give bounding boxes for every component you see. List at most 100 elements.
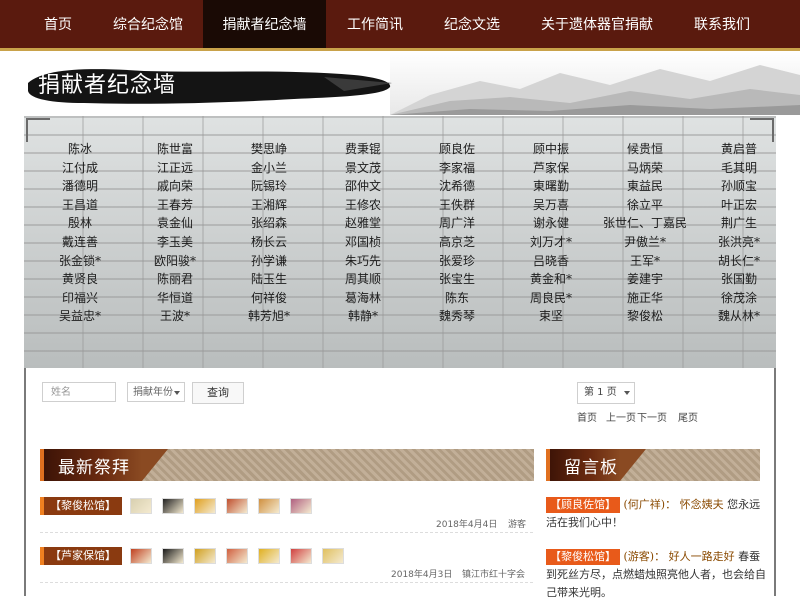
donor-name[interactable]: 陈冰 bbox=[33, 140, 127, 157]
donor-name[interactable]: 景文茂 bbox=[316, 159, 410, 176]
donor-name[interactable]: 阮锡玲 bbox=[222, 177, 316, 194]
donor-name[interactable]: 殷林 bbox=[33, 214, 127, 231]
donor-name[interactable]: 魏从林* bbox=[692, 307, 776, 324]
donor-name[interactable]: 费秉锟 bbox=[316, 140, 410, 157]
donor-name[interactable]: 李玉美 bbox=[128, 233, 222, 250]
donor-name[interactable]: 陈世富 bbox=[128, 140, 222, 157]
donor-name[interactable]: 葛海林 bbox=[316, 289, 410, 306]
donor-name[interactable]: 束坚 bbox=[504, 307, 598, 324]
donor-name[interactable]: 陈丽君 bbox=[128, 270, 222, 287]
donor-name[interactable]: 東曙勤 bbox=[504, 177, 598, 194]
message-hall-link[interactable]: 【黎俊松馆】 bbox=[546, 549, 620, 565]
donor-name[interactable]: 候贵恒 bbox=[598, 140, 692, 157]
donor-name[interactable]: 赵雅堂 bbox=[316, 214, 410, 231]
donor-name[interactable]: 欧阳骏* bbox=[128, 252, 222, 269]
donor-name[interactable]: 张宝生 bbox=[410, 270, 504, 287]
donor-name[interactable]: 张洪亮* bbox=[692, 233, 776, 250]
donor-name[interactable]: 王湘辉 bbox=[222, 196, 316, 213]
donor-name[interactable]: 胡长仁* bbox=[692, 252, 776, 269]
donor-name[interactable]: 王修农 bbox=[316, 196, 410, 213]
donor-name[interactable]: 徐立平 bbox=[598, 196, 692, 213]
donor-name[interactable]: 王波* bbox=[128, 307, 222, 324]
donor-name[interactable]: 黄金和* bbox=[504, 270, 598, 287]
donor-name[interactable]: 黄贤良 bbox=[33, 270, 127, 287]
pager-first[interactable]: 首页 bbox=[577, 409, 597, 424]
donor-name[interactable]: 姜建宇 bbox=[598, 270, 692, 287]
donor-name[interactable]: 徐茂涂 bbox=[692, 289, 776, 306]
donor-name[interactable]: 金小兰 bbox=[222, 159, 316, 176]
donor-name[interactable]: 毛其明 bbox=[692, 159, 776, 176]
donor-name[interactable]: 张爱珍 bbox=[410, 252, 504, 269]
donor-name[interactable]: 王军* bbox=[598, 252, 692, 269]
nav-about-donation[interactable]: 关于遗体器官捐献 bbox=[528, 0, 666, 48]
donor-name[interactable]: 高京芝 bbox=[410, 233, 504, 250]
donor-name[interactable]: 周广洋 bbox=[410, 214, 504, 231]
donor-name[interactable]: 袁金仙 bbox=[128, 214, 222, 231]
donor-name[interactable]: 张金锁* bbox=[33, 252, 127, 269]
donor-name[interactable]: 周其顺 bbox=[316, 270, 410, 287]
donor-name[interactable]: 吴益忠* bbox=[33, 307, 127, 324]
donor-name[interactable]: 华恒道 bbox=[128, 289, 222, 306]
donor-name[interactable]: 吴万喜 bbox=[504, 196, 598, 213]
donor-name[interactable]: 张绍森 bbox=[222, 214, 316, 231]
donor-name[interactable]: 江付成 bbox=[33, 159, 127, 176]
worship-hall-link[interactable]: 【黎俊松馆】 bbox=[40, 497, 122, 515]
nav-home[interactable]: 首页 bbox=[20, 0, 96, 48]
donor-name[interactable]: 顾中振 bbox=[504, 140, 598, 157]
donor-name[interactable]: 杨长云 bbox=[222, 233, 316, 250]
pager-prev[interactable]: 上一页 bbox=[606, 409, 636, 424]
donor-name[interactable]: 吕晓香 bbox=[504, 252, 598, 269]
pager-next[interactable]: 下一页 bbox=[637, 409, 667, 424]
donor-name[interactable]: 印福兴 bbox=[33, 289, 127, 306]
donor-name[interactable]: 周良民* bbox=[504, 289, 598, 306]
donor-name[interactable]: 戴连善 bbox=[33, 233, 127, 250]
donor-name[interactable]: 王昌道 bbox=[33, 196, 127, 213]
pager-last[interactable]: 尾页 bbox=[678, 409, 698, 424]
donor-name[interactable]: 東益民 bbox=[598, 177, 692, 194]
donation-year-select[interactable]: 捐献年份 bbox=[127, 382, 185, 402]
donor-name[interactable]: 张国勤 bbox=[692, 270, 776, 287]
donor-name[interactable]: 樊思峥 bbox=[222, 140, 316, 157]
donor-name[interactable]: 谢永健 bbox=[504, 214, 598, 231]
donor-name[interactable]: 王佚群 bbox=[410, 196, 504, 213]
donor-name[interactable]: 陈东 bbox=[410, 289, 504, 306]
donor-name[interactable]: 施正华 bbox=[598, 289, 692, 306]
donor-name[interactable]: 邵仲文 bbox=[316, 177, 410, 194]
donor-name[interactable]: 韩芳旭* bbox=[222, 307, 316, 324]
donor-name[interactable]: 沈希德 bbox=[410, 177, 504, 194]
donor-name[interactable]: 黎俊松 bbox=[598, 307, 692, 324]
message-hall-link[interactable]: 【顾良佐馆】 bbox=[546, 497, 620, 513]
donor-name[interactable]: 刘万才* bbox=[504, 233, 598, 250]
donor-name[interactable]: 孙顺宝 bbox=[692, 177, 776, 194]
nav-memorial-hall[interactable]: 综合纪念馆 bbox=[96, 0, 200, 48]
nav-donor-wall[interactable]: 捐献者纪念墙 bbox=[203, 0, 326, 48]
worship-visitor: 镇江市红十字会 bbox=[462, 570, 526, 580]
donor-name[interactable]: 王春芳 bbox=[128, 196, 222, 213]
nav-articles[interactable]: 纪念文选 bbox=[426, 0, 518, 48]
name-search-input[interactable]: 姓名 bbox=[42, 382, 116, 402]
nav-contact[interactable]: 联系我们 bbox=[678, 0, 766, 48]
donor-name[interactable]: 潘德明 bbox=[33, 177, 127, 194]
donor-name[interactable]: 顾良佐 bbox=[410, 140, 504, 157]
donor-name[interactable]: 李家福 bbox=[410, 159, 504, 176]
nav-news[interactable]: 工作简讯 bbox=[330, 0, 420, 48]
donor-name[interactable]: 朱巧先 bbox=[316, 252, 410, 269]
search-button[interactable]: 查询 bbox=[192, 382, 244, 404]
page-select[interactable]: 第 1 页 bbox=[577, 382, 635, 404]
donor-name[interactable]: 荆广生 bbox=[692, 214, 776, 231]
donor-name[interactable]: 叶正宏 bbox=[692, 196, 776, 213]
donor-name[interactable]: 孙学谦 bbox=[222, 252, 316, 269]
donor-name[interactable]: 陆玉生 bbox=[222, 270, 316, 287]
donor-name[interactable]: 芦家保 bbox=[504, 159, 598, 176]
donor-name[interactable]: 魏秀琴 bbox=[410, 307, 504, 324]
donor-name[interactable]: 邓国桢 bbox=[316, 233, 410, 250]
donor-name[interactable]: 何祥俊 bbox=[222, 289, 316, 306]
donor-name[interactable]: 戚向荣 bbox=[128, 177, 222, 194]
donor-name[interactable]: 黄启普 bbox=[692, 140, 776, 157]
donor-name[interactable]: 尹傲兰* bbox=[598, 233, 692, 250]
donor-name[interactable]: 张世仁、丁嘉民 bbox=[598, 214, 692, 231]
donor-name[interactable]: 韩静* bbox=[316, 307, 410, 324]
donor-name[interactable]: 马炳荣 bbox=[598, 159, 692, 176]
donor-name[interactable]: 江正远 bbox=[128, 159, 222, 176]
worship-hall-link[interactable]: 【芦家保馆】 bbox=[40, 547, 122, 565]
